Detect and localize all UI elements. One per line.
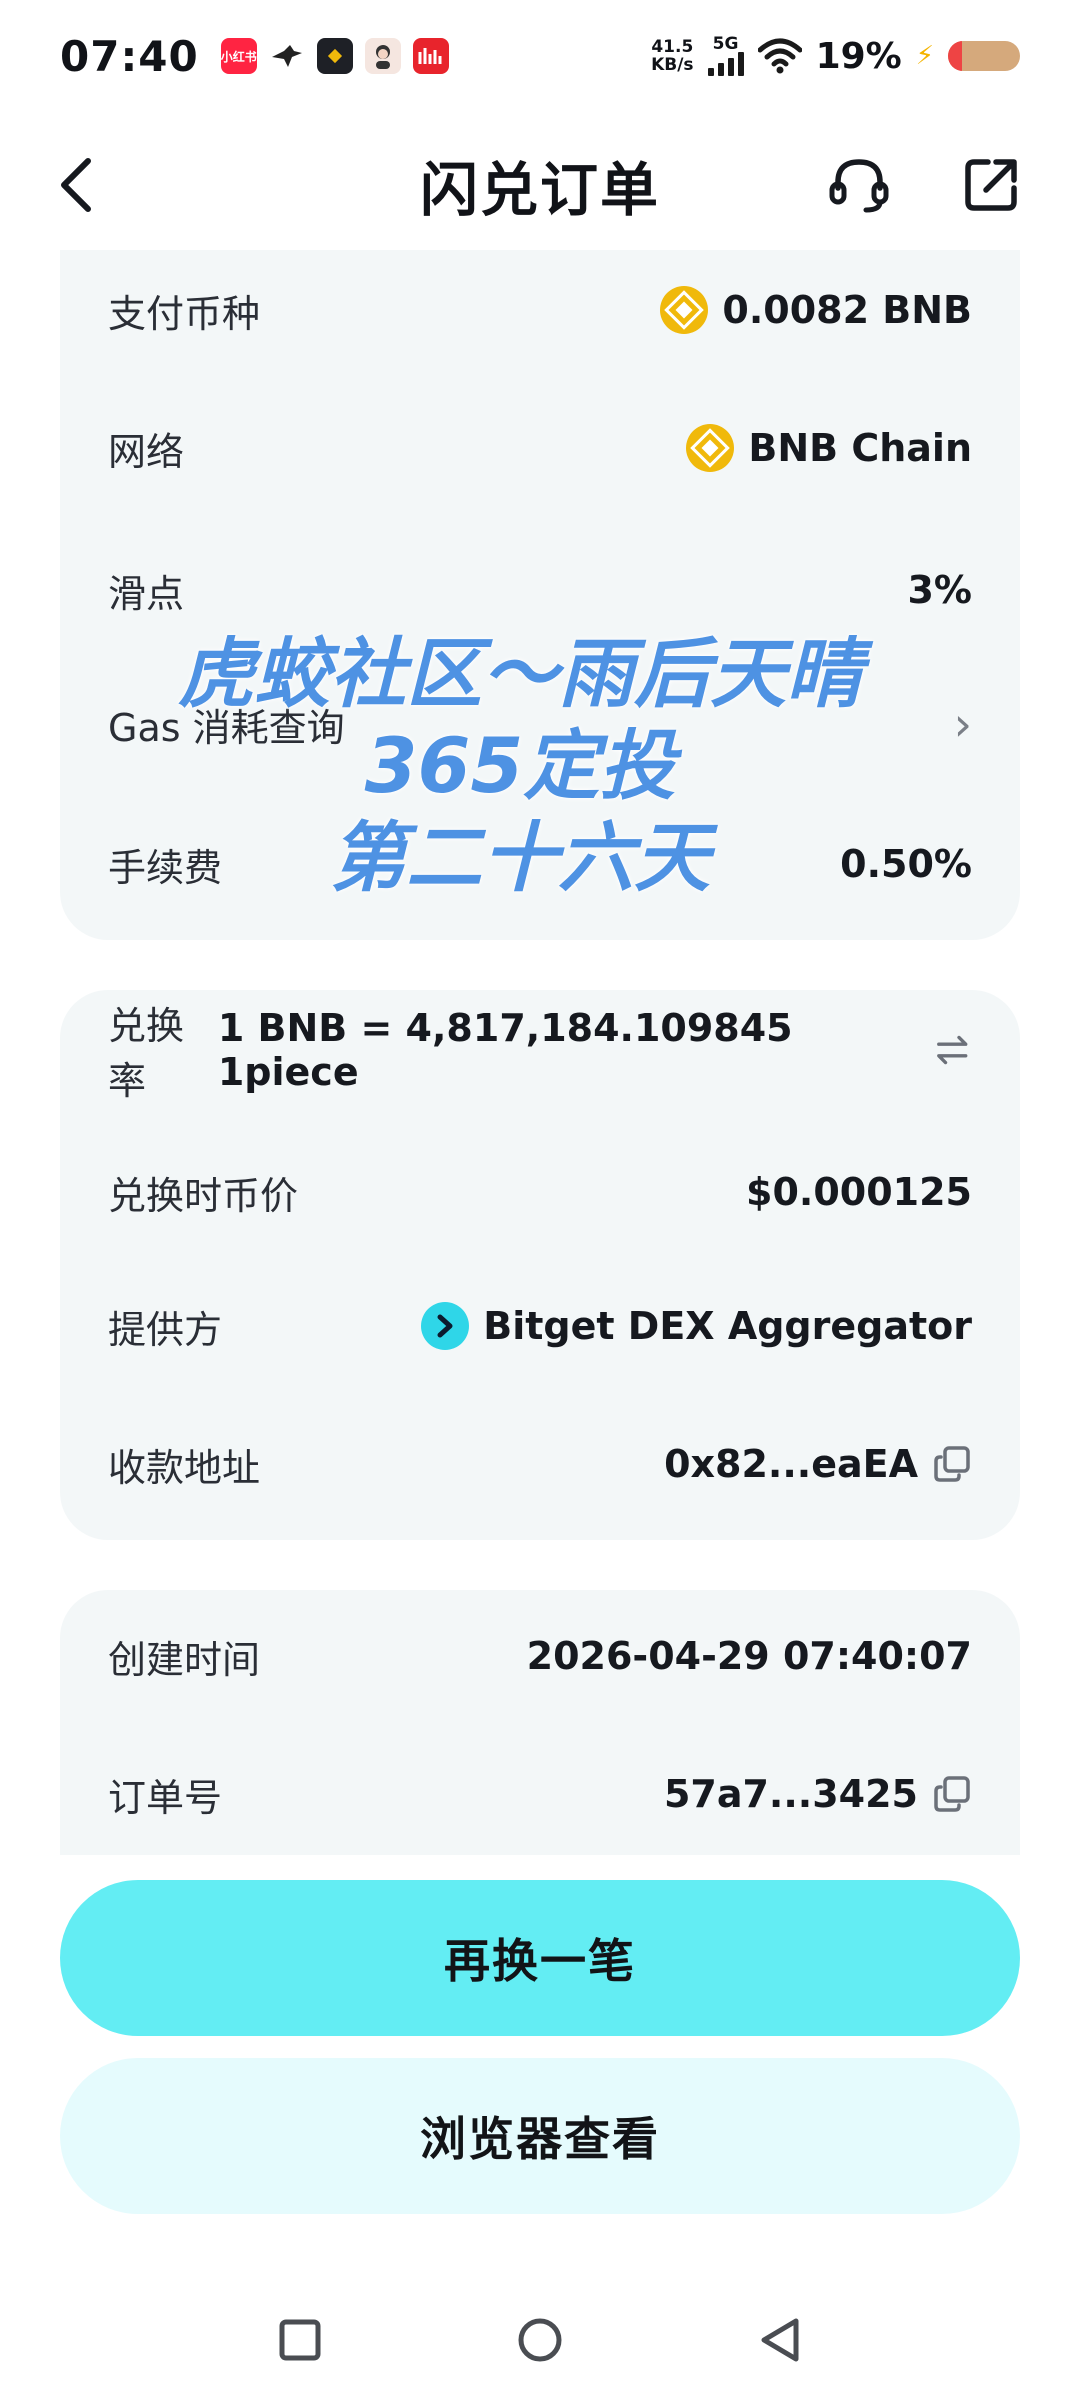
page-title: 闪兑订单 xyxy=(419,156,660,224)
exchange-rate-label: 兑换率 xyxy=(108,1004,185,1103)
provider-row: 提供方 Bitget DEX Aggregator xyxy=(108,1286,972,1366)
recents-icon[interactable] xyxy=(272,2312,328,2368)
created-time-row: 创建时间 2026-04-29 07:40:07 xyxy=(108,1616,972,1696)
support-button[interactable] xyxy=(826,152,892,218)
battery-percent: 19% xyxy=(815,35,902,77)
gas-query-label: Gas 消耗查询 xyxy=(108,705,345,750)
fee-value: 0.50% xyxy=(840,842,972,886)
pay-currency-label: 支付币种 xyxy=(108,291,261,336)
copy-order-icon[interactable] xyxy=(932,1774,972,1814)
network-value: BNB Chain xyxy=(748,426,972,470)
fee-label: 手续费 xyxy=(108,845,223,890)
provider-value: Bitget DEX Aggregator xyxy=(483,1304,972,1348)
exchange-rate-value: 1 BNB = 4,817,184.109845 1piece xyxy=(217,1006,793,1094)
price-value: $0.000125 xyxy=(746,1170,972,1214)
slippage-value: 3% xyxy=(907,568,972,612)
receive-address-label: 收款地址 xyxy=(108,1445,261,1490)
exchange-info-card: 兑换率 1 BNB = 4,817,184.109845 1piece 兑换时币… xyxy=(60,990,1020,1540)
slippage-row: 滑点 3% xyxy=(108,550,972,630)
bird-icon xyxy=(268,38,305,74)
bitget-icon xyxy=(421,1302,470,1350)
status-time: 07:40 xyxy=(60,31,199,81)
order-number-row: 订单号 57a7...3425 xyxy=(108,1754,972,1834)
network-row: 网络 BNB Chain xyxy=(108,408,972,488)
chevron-right-icon: › xyxy=(953,697,972,751)
avatar-icon xyxy=(364,38,401,74)
bnb-chain-icon xyxy=(686,424,735,472)
order-info-card: 支付币种 0.0082 BNB 网络 BNB Chain 滑点 3% Gas 消… xyxy=(60,250,1020,940)
headset-icon xyxy=(829,159,889,213)
fee-row: 手续费 0.50% xyxy=(108,824,972,904)
slippage-label: 滑点 xyxy=(108,571,185,616)
status-indicators: 41.5 KB/s 5G 19% ⚡ xyxy=(651,36,1020,77)
header: 闪兑订单 xyxy=(0,130,1080,240)
view-in-browser-button[interactable]: 浏览器查看 xyxy=(60,2058,1020,2214)
status-bar: 07:40 小红书 41.5 KB/s 5G 19% ⚡ xyxy=(0,0,1080,112)
cellular-signal-icon: 5G xyxy=(707,36,744,76)
pay-currency-value: 0.0082 BNB xyxy=(722,288,972,332)
provider-label: 提供方 xyxy=(108,1307,223,1352)
created-time-label: 创建时间 xyxy=(108,1637,261,1682)
home-icon[interactable] xyxy=(512,2312,568,2368)
red-app-icon xyxy=(412,38,449,74)
share-button[interactable] xyxy=(958,152,1024,218)
swap-again-button[interactable]: 再换一笔 xyxy=(60,1880,1020,2036)
battery-icon xyxy=(948,41,1020,71)
exchange-rate-row: 兑换率 1 BNB = 4,817,184.109845 1piece xyxy=(108,1004,972,1103)
xiaohongshu-icon: 小红书 xyxy=(220,38,257,74)
network-label: 网络 xyxy=(108,429,185,474)
binance-icon xyxy=(316,38,353,74)
receive-address-value: 0x82...eaEA xyxy=(664,1442,918,1486)
swap-icon[interactable] xyxy=(933,1030,972,1070)
bnb-coin-icon xyxy=(660,286,709,334)
system-nav-bar xyxy=(0,2290,1080,2390)
share-icon xyxy=(965,159,1017,211)
wifi-icon xyxy=(757,38,802,74)
order-number-label: 订单号 xyxy=(108,1775,223,1820)
price-row: 兑换时币价 $0.000125 xyxy=(108,1152,972,1232)
receive-address-row: 收款地址 0x82...eaEA xyxy=(108,1424,972,1504)
order-number-value: 57a7...3425 xyxy=(663,1772,918,1816)
notification-icons: 小红书 xyxy=(220,38,449,74)
meta-info-card: 创建时间 2026-04-29 07:40:07 订单号 57a7...3425 xyxy=(60,1590,1020,1855)
created-time-value: 2026-04-29 07:40:07 xyxy=(526,1634,972,1678)
price-label: 兑换时币价 xyxy=(108,1173,299,1218)
network-speed: 41.5 KB/s xyxy=(651,37,694,75)
charging-icon: ⚡ xyxy=(915,41,934,71)
gas-query-row[interactable]: Gas 消耗查询 › xyxy=(108,684,972,764)
copy-address-icon[interactable] xyxy=(932,1444,972,1484)
back-nav-icon[interactable] xyxy=(752,2312,808,2368)
pay-currency-row: 支付币种 0.0082 BNB xyxy=(108,270,972,350)
